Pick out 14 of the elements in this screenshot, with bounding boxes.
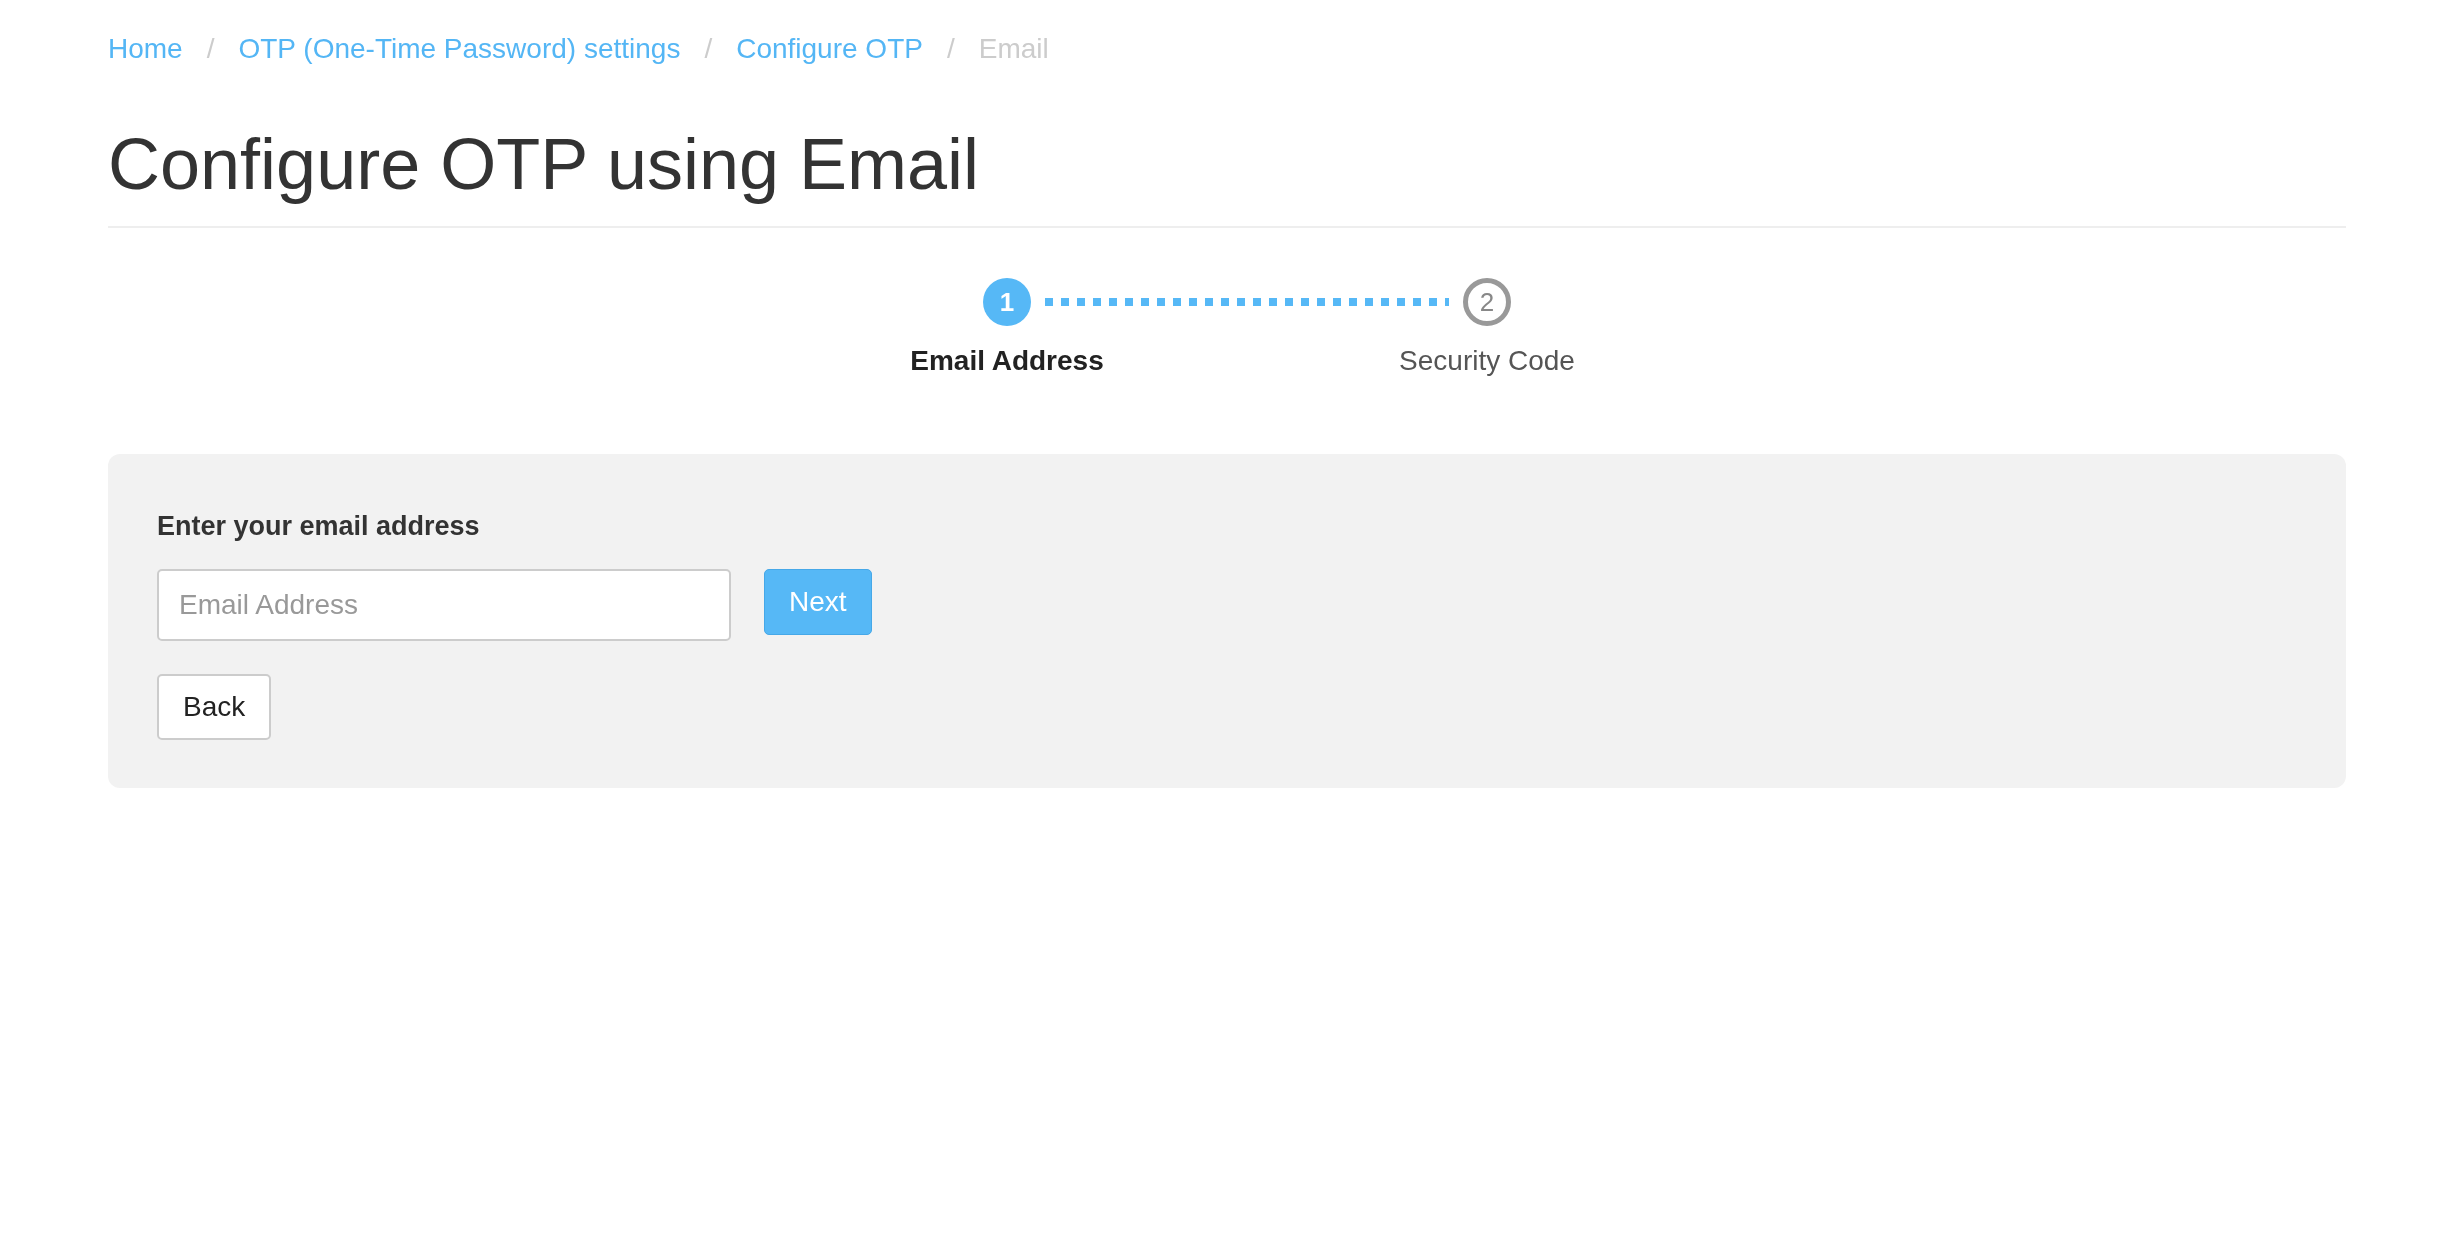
breadcrumb-separator: / bbox=[206, 32, 215, 66]
step-number: 2 bbox=[1463, 278, 1511, 326]
breadcrumb-link[interactable]: Configure OTP bbox=[736, 28, 923, 70]
breadcrumb-separator: / bbox=[704, 32, 713, 66]
breadcrumb-link[interactable]: OTP (One-Time Password) settings bbox=[238, 28, 681, 70]
step-label: Email Address bbox=[910, 344, 1104, 378]
email-input[interactable]: Email Address bbox=[157, 568, 731, 641]
field-label: Enter your email address bbox=[157, 510, 481, 543]
step-number: 1 bbox=[983, 278, 1031, 326]
breadcrumb-link[interactable]: Home bbox=[108, 28, 183, 70]
step-label: Security Code bbox=[1399, 344, 1575, 378]
next-button[interactable]: Next bbox=[764, 568, 872, 635]
back-button[interactable]: Back bbox=[157, 673, 272, 740]
breadcrumb-separator: / bbox=[946, 32, 955, 66]
